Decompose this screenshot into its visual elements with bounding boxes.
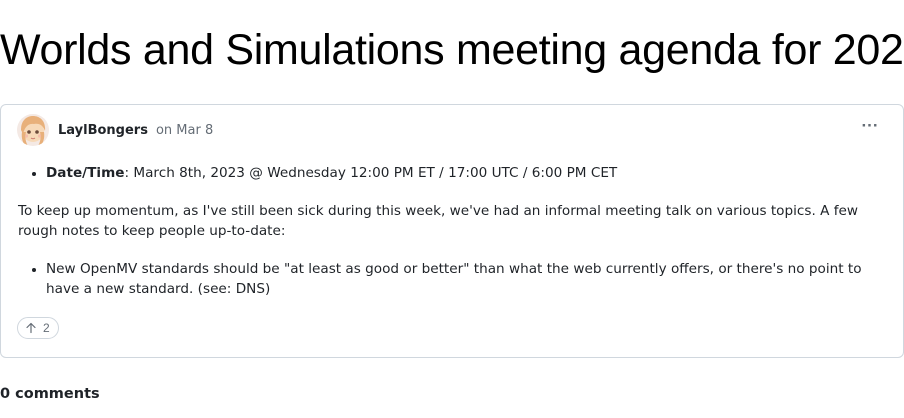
post-paragraph: To keep up momentum, as I've still been … — [18, 203, 858, 239]
more-options-button[interactable]: ··· — [859, 115, 881, 137]
datetime-label: Date/Time — [46, 165, 125, 181]
list-item: New OpenMV standards should be "at least… — [46, 259, 885, 299]
post-date[interactable]: on Mar 8 — [156, 123, 213, 138]
comments-count: 0 comments — [0, 386, 100, 402]
avatar[interactable] — [17, 114, 49, 146]
upvote-button[interactable]: 2 — [17, 317, 59, 339]
datetime-list: Date/Time: March 8th, 2023 @ Wednesday 1… — [18, 163, 885, 183]
kebab-horizontal-icon: ··· — [861, 116, 879, 135]
arrow-up-icon — [26, 322, 36, 334]
upvote-count: 2 — [43, 321, 50, 335]
post-header: LaylBongers on Mar 8 — [17, 114, 213, 146]
post-body: Date/Time: March 8th, 2023 @ Wednesday 1… — [18, 163, 885, 299]
datetime-value: : March 8th, 2023 @ Wednesday 12:00 PM E… — [124, 165, 618, 181]
notes-list: New OpenMV standards should be "at least… — [18, 259, 885, 299]
list-item: Date/Time: March 8th, 2023 @ Wednesday 1… — [46, 163, 885, 183]
avatar-image — [17, 114, 49, 146]
discussion-post: LaylBongers on Mar 8 ··· Date/Time: Marc… — [0, 104, 904, 358]
page-title: Worlds and Simulations meeting agenda fo… — [0, 26, 904, 74]
author-link[interactable]: LaylBongers — [58, 123, 148, 138]
